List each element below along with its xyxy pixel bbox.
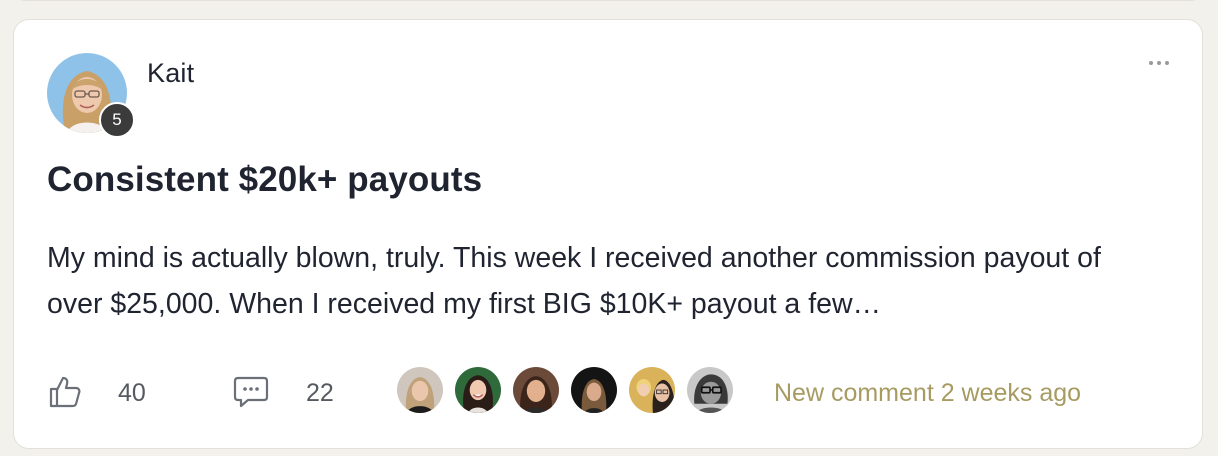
author-avatar-container[interactable]: 5 (47, 53, 135, 138)
post-footer: 40 22 New comment 2 weeks ago (47, 362, 1187, 416)
ellipsis-icon (1157, 61, 1161, 65)
comment-icon[interactable] (233, 373, 269, 409)
author-name[interactable]: Kait (147, 58, 194, 89)
comment-count: 22 (306, 379, 334, 407)
thumbs-up-icon[interactable] (47, 374, 83, 410)
commenter-avatar[interactable] (395, 365, 445, 415)
post-card[interactable]: 5 Kait Consistent $20k+ payouts My mind … (13, 19, 1203, 449)
commenter-avatar[interactable] (511, 365, 561, 415)
commenter-avatar[interactable] (453, 365, 503, 415)
last-comment-link[interactable]: New comment 2 weeks ago (774, 379, 1081, 408)
ellipsis-icon (1149, 61, 1153, 65)
post-title[interactable]: Consistent $20k+ payouts (47, 160, 482, 200)
like-count: 40 (118, 379, 146, 407)
level-badge: 5 (99, 102, 135, 138)
commenter-avatar[interactable] (627, 365, 677, 415)
previous-post-card (14, 0, 1202, 1)
post-excerpt[interactable]: My mind is actually blown, truly. This w… (47, 235, 1127, 327)
commenter-avatar[interactable] (685, 365, 735, 415)
commenter-avatar[interactable] (569, 365, 619, 415)
more-options-button[interactable] (1142, 50, 1176, 76)
ellipsis-icon (1165, 61, 1169, 65)
